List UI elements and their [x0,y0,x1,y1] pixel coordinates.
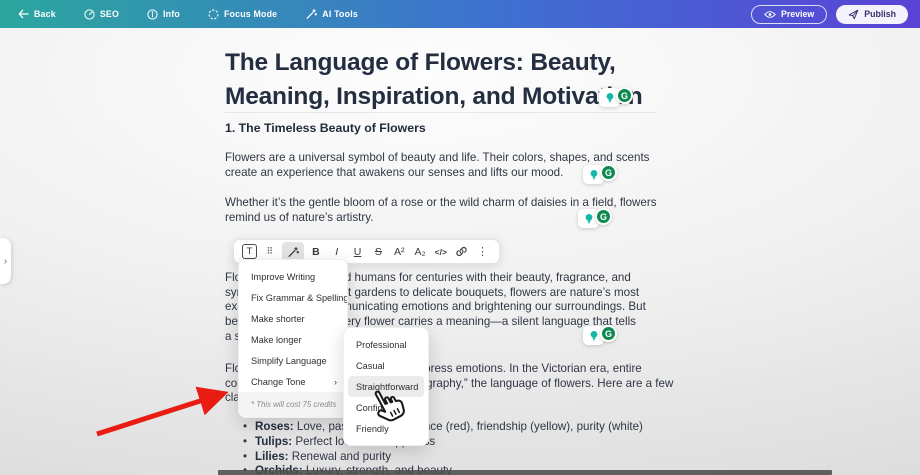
ai-tools-menu: Improve Writing Fix Grammar & Spelling M… [238,259,348,418]
list-item[interactable]: Tulips: Perfect love and happiness [243,435,663,450]
focus-mode-label: Focus Mode [224,9,277,19]
magic-wand-icon [305,8,317,20]
page-title[interactable]: The Language of Flowers: Beauty, Meaning… [225,46,642,114]
preview-button[interactable]: Preview [751,5,827,24]
publish-button[interactable]: Publish [836,5,908,24]
gauge-icon [84,9,95,20]
clipped-content-bar [218,470,832,475]
grammarly-icon[interactable]: G [616,87,633,104]
suggestion-badge-para2[interactable]: G [578,208,618,229]
suggestion-badge-para1[interactable]: G [583,164,623,185]
tone-option-friendly[interactable]: Friendly [344,418,428,439]
menu-item-change-tone[interactable]: Change Tone › [239,371,347,392]
tone-option-confident[interactable]: Confident [344,397,428,418]
menu-item-fix-grammar[interactable]: Fix Grammar & Spelling [239,287,347,308]
focus-mode-button[interactable]: Focus Mode [208,9,277,20]
list-desc: Renewal and purity [289,450,391,463]
section-heading[interactable]: 1. The Timeless Beauty of Flowers [225,121,426,135]
info-icon [147,9,158,20]
flower-meanings-list[interactable]: Roses: Love, passion, and romance (red),… [243,420,663,475]
chain-link-icon [455,245,468,258]
subscript-button[interactable]: A₂ [412,242,429,261]
paper-plane-icon [848,9,859,20]
tone-option-casual[interactable]: Casual [344,355,428,376]
list-item[interactable]: Roses: Love, passion, and romance (red),… [243,420,663,435]
suggestion-badge-para3[interactable]: G [583,325,623,346]
info-label: Info [163,9,180,19]
underline-button[interactable]: U [349,242,366,261]
list-term: Lilies: [255,450,289,463]
side-panel-toggle[interactable]: › [0,238,11,284]
superscript-button[interactable]: A² [391,242,408,261]
back-label: Back [34,9,56,19]
magic-wand-icon [287,246,299,258]
more-options-button[interactable]: ⋮ [474,242,491,261]
focus-circle-icon [208,9,219,20]
list-term: Roses: [255,420,294,433]
menu-item-improve-writing[interactable]: Improve Writing [239,266,347,287]
suggestion-badge-title[interactable]: G [599,87,639,108]
code-button[interactable]: </> [432,242,449,261]
back-button[interactable]: Back [18,9,56,19]
preview-label: Preview [781,9,814,19]
menu-item-make-longer[interactable]: Make longer [239,329,347,350]
tone-option-professional[interactable]: Professional [344,334,428,355]
menu-item-make-shorter[interactable]: Make shorter [239,308,347,329]
title-line-2: Meaning, Inspiration, and Motivation [225,80,642,114]
seo-label: SEO [100,9,119,19]
list-item[interactable]: Lilies: Renewal and purity [243,450,663,465]
grammarly-icon[interactable]: G [595,208,612,225]
link-button[interactable] [453,242,470,261]
ai-tools-label: AI Tools [322,9,358,19]
topbar-right: Preview Publish [751,5,908,24]
text-style-button[interactable]: T [242,244,257,259]
arrow-left-icon [18,9,29,19]
ai-tools-button[interactable]: AI Tools [305,8,358,20]
grammarly-icon[interactable]: G [600,325,617,342]
strikethrough-button[interactable]: S [370,242,387,261]
title-line-1: The Language of Flowers: Beauty, [225,46,642,80]
info-button[interactable]: Info [147,9,180,20]
seo-button[interactable]: SEO [84,9,119,20]
grammarly-icon[interactable]: G [600,164,617,181]
title-divider [225,112,657,113]
topbar-left: Back SEO Info Focus Mode AI Tools [18,8,358,20]
credits-note: * This will cost 75 credits [239,392,347,417]
list-term: Tulips: [255,435,292,448]
editor-screen: Back SEO Info Focus Mode AI Tools P [0,0,920,475]
menu-item-simplify-language[interactable]: Simplify Language [239,350,347,371]
eye-icon [764,10,776,19]
change-tone-submenu: Professional Casual Straightforward Conf… [343,327,429,446]
tone-option-straightforward[interactable]: Straightforward [348,376,424,397]
topbar: Back SEO Info Focus Mode AI Tools P [0,0,920,28]
chevron-right-icon: › [4,256,7,267]
chevron-right-icon: › [334,377,337,387]
publish-label: Publish [864,9,896,19]
